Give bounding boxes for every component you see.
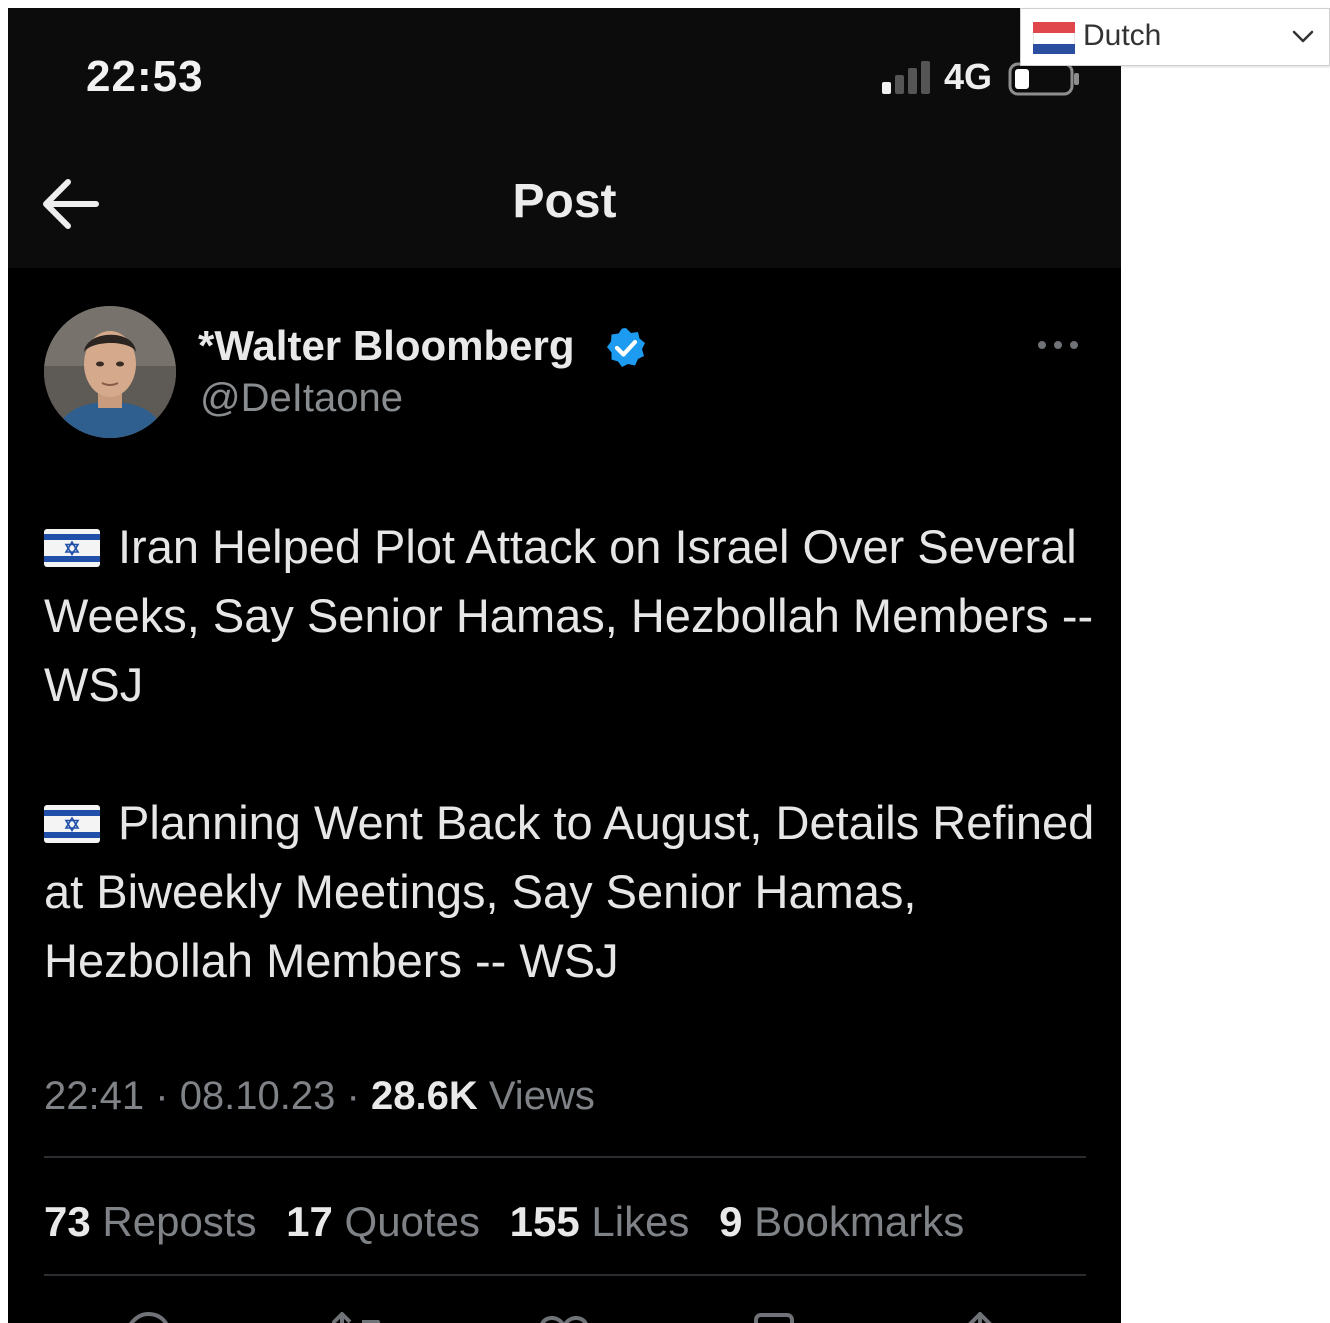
post-meta: 22:41 · 08.10.23 · 28.6K Views bbox=[44, 1074, 595, 1119]
netherlands-flag-icon bbox=[1033, 22, 1075, 54]
reposts-count: 73 bbox=[44, 1198, 91, 1245]
bookmarks-count: 9 bbox=[719, 1198, 743, 1245]
signal-strength-icon bbox=[882, 61, 930, 94]
reposts-label: Reposts bbox=[102, 1198, 257, 1245]
battery-icon bbox=[1008, 62, 1079, 96]
quotes-count: 17 bbox=[286, 1198, 333, 1245]
bookmarks-stat[interactable]: 9 Bookmarks bbox=[719, 1198, 964, 1245]
engagement-stats: 73 Reposts 17 Quotes 155 Likes 9 Bookmar… bbox=[44, 1198, 982, 1246]
language-selected: Dutch bbox=[1083, 19, 1162, 52]
language-selector[interactable]: Dutch bbox=[1020, 8, 1330, 66]
likes-stat[interactable]: 155 Likes bbox=[510, 1198, 690, 1245]
likes-count: 155 bbox=[509, 1198, 580, 1245]
post-date[interactable]: 08.10.23 bbox=[180, 1074, 336, 1118]
avatar-photo bbox=[44, 306, 176, 438]
user-handle[interactable]: @DeItaone bbox=[200, 376, 403, 421]
views-label: Views bbox=[488, 1074, 595, 1118]
divider bbox=[44, 1156, 1086, 1158]
network-type: 4G bbox=[944, 56, 993, 97]
display-name[interactable]: *Walter Bloomberg bbox=[198, 322, 574, 370]
israel-flag-icon bbox=[44, 805, 100, 843]
page-title: Post bbox=[512, 175, 617, 228]
verified-badge-icon bbox=[607, 328, 645, 367]
post-time[interactable]: 22:41 bbox=[44, 1074, 144, 1118]
views-count: 28.6K bbox=[370, 1074, 478, 1118]
israel-flag-icon bbox=[44, 529, 100, 567]
reposts-stat[interactable]: 73 Reposts bbox=[44, 1198, 256, 1245]
divider bbox=[44, 1274, 1086, 1276]
quotes-label: Quotes bbox=[344, 1198, 480, 1245]
post-paragraph-text: Planning Went Back to August, Details Re… bbox=[44, 796, 1095, 987]
share-icon[interactable] bbox=[950, 1310, 1010, 1323]
status-time: 22:53 bbox=[86, 52, 204, 101]
bookmarks-label: Bookmarks bbox=[754, 1198, 965, 1245]
repost-icon[interactable] bbox=[328, 1310, 388, 1323]
more-options-icon[interactable] bbox=[1034, 334, 1082, 356]
avatar[interactable] bbox=[44, 306, 176, 438]
post-paragraph-2: Planning Went Back to August, Details Re… bbox=[44, 788, 1104, 995]
reply-icon[interactable] bbox=[118, 1310, 178, 1323]
quotes-stat[interactable]: 17 Quotes bbox=[286, 1198, 480, 1245]
chevron-down-icon bbox=[1292, 30, 1314, 43]
bookmark-icon[interactable] bbox=[744, 1310, 804, 1323]
meta-separator: · bbox=[155, 1074, 169, 1118]
post-paragraph-text: Iran Helped Plot Attack on Israel Over S… bbox=[44, 520, 1094, 711]
top-bar: 22:53 4G Post bbox=[8, 8, 1121, 268]
meta-separator: · bbox=[346, 1074, 360, 1118]
likes-label: Likes bbox=[591, 1198, 690, 1245]
post-paragraph-1: Iran Helped Plot Attack on Israel Over S… bbox=[44, 512, 1104, 719]
like-icon[interactable] bbox=[534, 1310, 594, 1323]
phone-screen: 22:53 4G Post *Walter Bloomberg @DeItaon… bbox=[8, 8, 1121, 1323]
